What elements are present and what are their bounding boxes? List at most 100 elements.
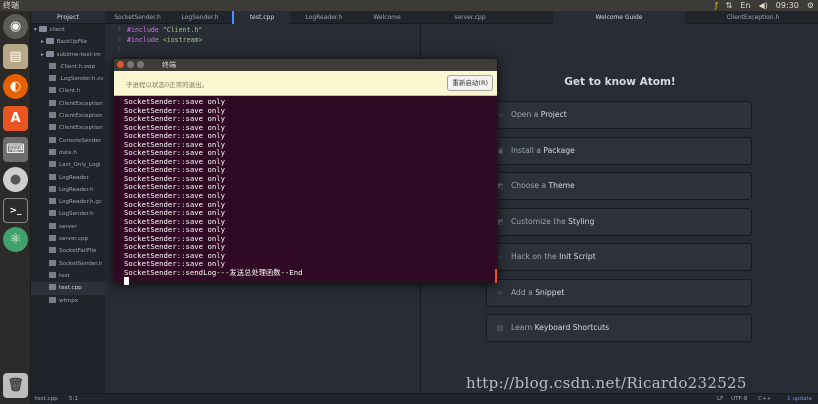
file-icon xyxy=(49,75,56,82)
guide-card-keyword: Keyboard Shortcuts xyxy=(534,323,610,332)
guide-card-keyword: Styling xyxy=(568,216,595,226)
tree-folder-item[interactable]: ▸ sublime-text-im xyxy=(31,49,105,61)
tab-welcome[interactable]: Welcome xyxy=(358,11,416,24)
terminal-scroll-indicator[interactable] xyxy=(495,269,497,283)
status-encoding[interactable]: UTF-8 xyxy=(731,394,747,404)
tree-file-item[interactable]: ClientException xyxy=(31,98,105,110)
line-number: 3 xyxy=(117,46,121,54)
atom-icon[interactable]: ⚛ xyxy=(3,227,28,252)
guide-card[interactable]: ◩ Choose a Theme xyxy=(486,172,752,200)
status-updates[interactable]: 1 update xyxy=(787,394,812,404)
tree-folder-item[interactable]: ▾ client xyxy=(31,24,105,36)
guide-card[interactable]: ◩ Customize the Styling xyxy=(486,207,752,236)
tree-file-item[interactable]: SocketFailFile xyxy=(31,245,105,257)
minimize-icon[interactable] xyxy=(127,61,134,68)
code-line-2[interactable]: #include <iostream> xyxy=(127,36,202,44)
keyboard-icon[interactable]: En xyxy=(740,0,750,11)
status-file[interactable]: test.cpp xyxy=(35,394,58,404)
guide-card-label: Install a xyxy=(511,145,544,155)
tree-file-item[interactable]: server.cpp xyxy=(31,233,105,245)
chevron-down-icon[interactable]: ▾ xyxy=(34,27,39,33)
guide-card-label: Open a xyxy=(511,110,541,119)
maximize-icon[interactable] xyxy=(137,61,144,68)
tree-item-label: Last_Only_Logi xyxy=(59,162,101,169)
file-icon xyxy=(49,62,56,69)
tree-header[interactable]: Project xyxy=(31,11,105,24)
line-number: 1 xyxy=(117,26,121,33)
guide-card[interactable]: ▭ Open a Project xyxy=(486,101,752,129)
clock[interactable]: 09:30 xyxy=(776,0,799,11)
tree-file-item[interactable]: ClientException xyxy=(31,122,105,134)
terminal-window[interactable]: 终端 子进程以状态0正常的退出。 重新启动(R) SocketSender::s… xyxy=(113,58,498,286)
status-grammar[interactable]: C++ xyxy=(758,394,771,404)
tree-file-item[interactable]: test xyxy=(31,270,105,282)
files-icon[interactable]: ▤ xyxy=(3,44,28,69)
file-icon xyxy=(49,87,56,94)
status-cursor[interactable]: 5:1 xyxy=(69,394,78,404)
tree-file-item[interactable]: LogSender.h xyxy=(31,208,105,220)
dvd-icon[interactable]: ● xyxy=(3,167,28,192)
tab-test-cpp[interactable]: test.cpp xyxy=(232,11,290,24)
restart-button[interactable]: 重新启动(R) xyxy=(447,75,493,91)
flag-icon[interactable]: ƒ xyxy=(715,0,718,11)
network-icon[interactable]: ⇅ xyxy=(726,0,733,11)
tree-file-item[interactable]: Client.h xyxy=(31,85,105,97)
guide-card-keyword: Package xyxy=(543,145,575,155)
tree-file-item[interactable]: .Client.h.swp xyxy=(31,61,105,73)
guide-card-label: Hack on the xyxy=(511,252,560,261)
tab-server-cpp[interactable]: server.cpp xyxy=(435,11,505,24)
guide-card-label: Choose a xyxy=(511,181,549,190)
chevron-right-icon[interactable]: ▸ xyxy=(41,39,46,45)
file-icon xyxy=(49,161,56,168)
file-icon xyxy=(49,210,56,217)
tree-file-item[interactable]: ConsoleSender xyxy=(31,135,105,147)
software-center-icon[interactable]: A xyxy=(3,106,28,131)
ubuntu-dash-icon[interactable]: ◉ xyxy=(3,14,28,39)
code-line-1[interactable]: #include "Client.h" xyxy=(127,26,202,34)
file-icon xyxy=(49,247,56,254)
terminal-output[interactable]: SocketSender::save only SocketSender::sav… xyxy=(114,96,497,287)
tree-file-item[interactable]: data.h xyxy=(31,147,105,159)
tree-item-label: LogReader.h.gc xyxy=(59,199,103,206)
tree-folder-item[interactable]: ▸ BackUpFile xyxy=(31,36,105,48)
tab-logsender-h[interactable]: LogSender.h xyxy=(170,11,230,24)
firefox-icon[interactable]: ◐ xyxy=(3,74,28,99)
terminal-titlebar[interactable]: 终端 xyxy=(114,59,497,71)
status-line-ending[interactable]: LF xyxy=(717,394,723,404)
tab-welcome-guide[interactable]: Welcome Guide xyxy=(553,11,685,24)
tree-file-item[interactable]: wtmpx xyxy=(31,295,105,307)
terminal-line: SocketSender::sendLog---发送总处理函数--End xyxy=(124,267,303,277)
trash-icon[interactable]: 🗑 xyxy=(3,373,28,398)
tree-file-item[interactable]: LogReader.h xyxy=(31,184,105,196)
volume-icon[interactable]: ◀) xyxy=(758,0,767,11)
tree-file-item[interactable]: ClientException xyxy=(31,110,105,122)
tree-file-item[interactable]: server xyxy=(31,221,105,233)
folder-icon xyxy=(45,38,54,45)
tab-clientexception-h[interactable]: ClientException.h xyxy=(688,11,818,24)
tree-item-label: server.cpp xyxy=(59,236,89,243)
tree-file-item[interactable]: LogReader.h.gc xyxy=(31,196,105,208)
tab-socketsender-h[interactable]: SocketSender.h xyxy=(105,11,170,24)
tab-logreader-h[interactable]: LogReader.h xyxy=(290,11,358,24)
tree-file-item[interactable]: SocketSender.h xyxy=(31,258,105,270)
tree-item-label: Client.h xyxy=(59,88,81,95)
tree-file-item[interactable]: LogReader xyxy=(31,172,105,184)
tree-item-label: test.cpp xyxy=(59,285,82,292)
chevron-right-icon[interactable]: ▸ xyxy=(41,52,46,58)
tree-item-label: ConsoleSender xyxy=(59,137,102,144)
file-icon xyxy=(49,124,56,131)
tree-item-label: SocketSender.h xyxy=(59,260,103,267)
keyboard-settings-icon[interactable]: ⌨ xyxy=(3,137,28,162)
guide-card[interactable]: ▣ Install a Package xyxy=(486,136,752,165)
guide-card[interactable]: ‹› Add a Snippet xyxy=(486,278,752,307)
terminal-icon[interactable]: >_ xyxy=(3,198,28,223)
close-icon[interactable] xyxy=(117,61,124,68)
tree-file-item[interactable]: test.cpp xyxy=(31,282,105,295)
file-icon xyxy=(49,136,56,143)
tree-file-item[interactable]: Last_Only_Logi xyxy=(31,159,105,171)
tree-item-label: .LogSender.h.sv xyxy=(59,76,104,83)
guide-card[interactable]: ‹› Hack on the Init Script xyxy=(486,243,752,271)
tree-file-item[interactable]: .LogSender.h.sv xyxy=(31,73,105,85)
gear-icon[interactable]: ⚙ xyxy=(807,0,814,11)
guide-card[interactable]: ▤ Learn Keyboard Shortcuts xyxy=(486,314,752,342)
